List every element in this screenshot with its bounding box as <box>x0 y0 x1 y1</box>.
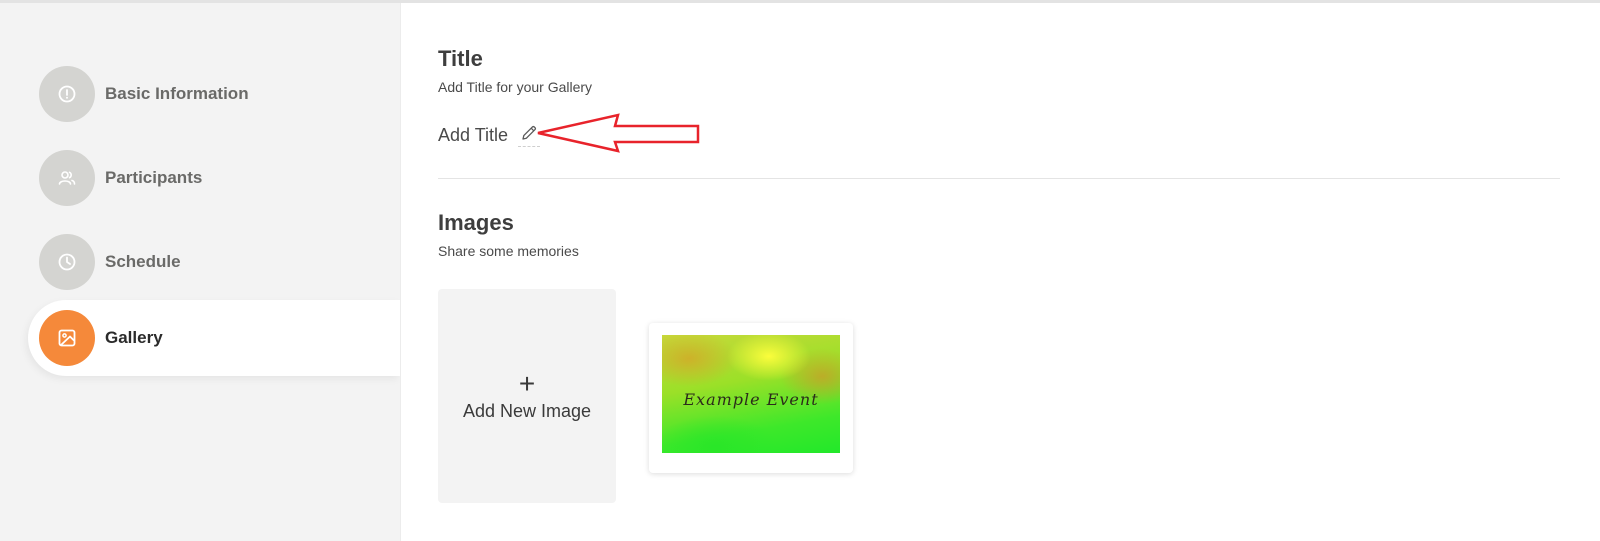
section-divider <box>438 178 1560 179</box>
images-section-heading: Images <box>438 210 514 235</box>
sidebar-item-label: Schedule <box>105 252 181 271</box>
add-new-image-button[interactable]: + Add New Image <box>438 289 616 503</box>
sidebar-item-label: Basic Information <box>105 84 249 103</box>
sidebar-item-icon-circle <box>39 150 95 206</box>
image-icon <box>58 329 76 347</box>
sidebar-item-icon-circle <box>39 234 95 290</box>
sidebar-item-label: Gallery <box>105 328 163 347</box>
annotation-arrow-icon <box>537 113 700 153</box>
sidebar-item-gallery[interactable]: Gallery <box>28 300 400 376</box>
add-title-control[interactable]: Add Title <box>438 124 541 147</box>
images-section-subtitle: Share some memories <box>438 243 579 259</box>
plus-icon: + <box>518 367 536 399</box>
sidebar-item-label: Participants <box>105 168 203 187</box>
info-icon <box>58 85 76 103</box>
gallery-image-thumbnail[interactable]: Example Event <box>662 335 840 453</box>
title-section-heading: Title <box>438 46 483 71</box>
sidebar-item-participants[interactable]: Participants <box>28 140 400 216</box>
main-content: Title Add Title for your Gallery Add Tit… <box>400 3 1600 541</box>
add-title-label[interactable]: Add Title <box>438 125 508 146</box>
gallery-image-card[interactable]: Example Event <box>649 323 853 473</box>
sidebar: Basic Information Participants Schedule <box>0 3 400 541</box>
add-new-image-label: Add New Image <box>462 400 592 421</box>
sidebar-item-icon-circle <box>39 66 95 122</box>
users-icon <box>58 171 76 185</box>
sidebar-item-basic-information[interactable]: Basic Information <box>28 56 400 132</box>
clock-icon <box>58 253 76 271</box>
sidebar-item-schedule[interactable]: Schedule <box>28 224 400 300</box>
title-section-subtitle: Add Title for your Gallery <box>438 79 593 95</box>
thumbnail-caption: Example Event <box>683 390 819 409</box>
sidebar-item-icon-circle <box>39 310 95 366</box>
